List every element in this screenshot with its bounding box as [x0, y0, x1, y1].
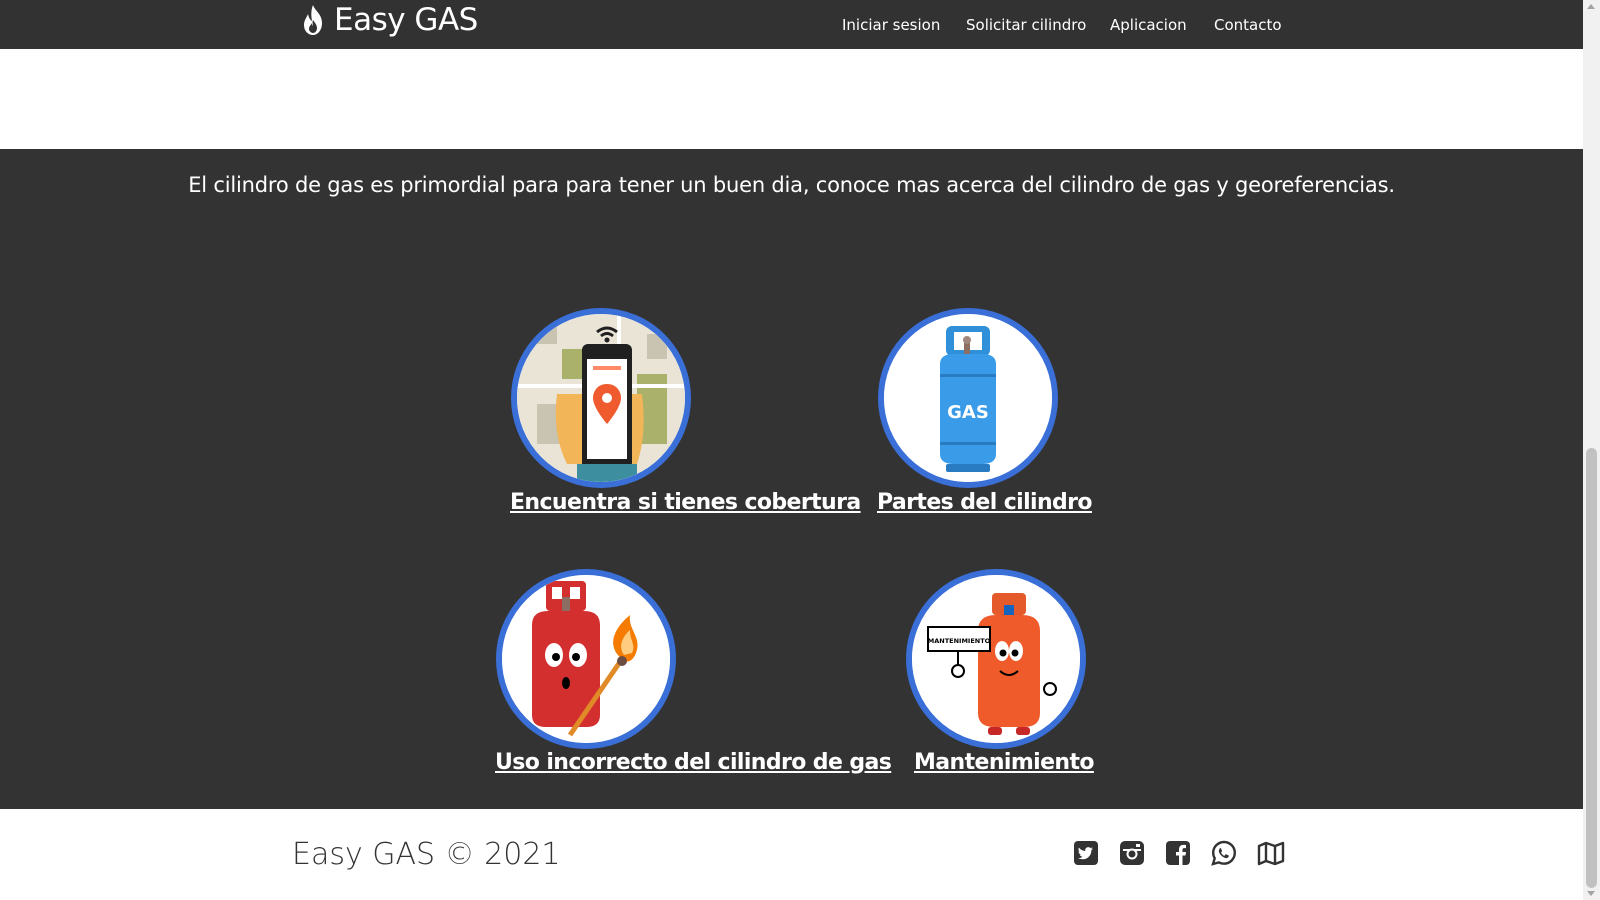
scroll-up-arrow-icon[interactable] — [1587, 4, 1595, 9]
blue-gas-cylinder-icon: GAS — [884, 314, 1052, 482]
scrollbar-thumb[interactable] — [1586, 448, 1597, 888]
scroll-down-arrow-icon[interactable] — [1587, 891, 1595, 896]
twitter-icon[interactable] — [1072, 839, 1100, 867]
whatsapp-icon[interactable] — [1210, 839, 1238, 867]
navbar: Easy GAS Iniciar sesion Solicitar cilind… — [0, 0, 1583, 49]
blue-gas-cylinder-image[interactable]: GAS — [878, 308, 1058, 488]
coverage-link[interactable]: Encuentra si tienes cobertura — [510, 490, 861, 515]
info-section: El cilindro de gas es primordial para pa… — [0, 149, 1583, 809]
map-icon[interactable] — [1256, 839, 1285, 867]
cylinder-gas-text: GAS — [947, 402, 989, 423]
intro-text: El cilindro de gas es primordial para pa… — [188, 173, 1395, 197]
brand-name: Easy GAS — [334, 2, 478, 38]
red-cylinder-match-icon — [502, 575, 670, 743]
phone-map-pin-icon — [517, 314, 685, 482]
facebook-icon[interactable] — [1164, 839, 1192, 867]
maintenance-sign-text: MANTENIMIENTO — [928, 637, 991, 645]
nav-link-iniciar-sesion[interactable]: Iniciar sesion — [842, 16, 940, 34]
footer-copyright: Easy GAS © 2021 — [292, 837, 561, 872]
flame-icon — [304, 5, 322, 35]
orange-cylinder-sign-icon: MANTENIMIENTO — [912, 575, 1080, 743]
nav-link-solicitar-cilindro[interactable]: Solicitar cilindro — [966, 16, 1086, 34]
nav-link-contacto[interactable]: Contacto — [1214, 16, 1282, 34]
red-cylinder-match-image[interactable] — [496, 569, 676, 749]
hero-spacer — [0, 49, 1583, 149]
maintenance-link[interactable]: Mantenimiento — [914, 750, 1095, 775]
incorrect-use-link[interactable]: Uso incorrecto del cilindro de gas — [495, 750, 892, 775]
footer: Easy GAS © 2021 — [0, 809, 1583, 900]
nav-link-aplicacion[interactable]: Aplicacion — [1110, 16, 1187, 34]
cylinder-parts-link[interactable]: Partes del cilindro — [877, 490, 1093, 515]
phone-map-pin-image[interactable] — [511, 308, 691, 488]
vertical-scrollbar[interactable] — [1583, 0, 1600, 900]
instagram-icon[interactable] — [1118, 839, 1146, 867]
orange-cylinder-sign-image[interactable]: MANTENIMIENTO — [906, 569, 1086, 749]
brand-link[interactable]: Easy GAS — [300, 2, 478, 38]
